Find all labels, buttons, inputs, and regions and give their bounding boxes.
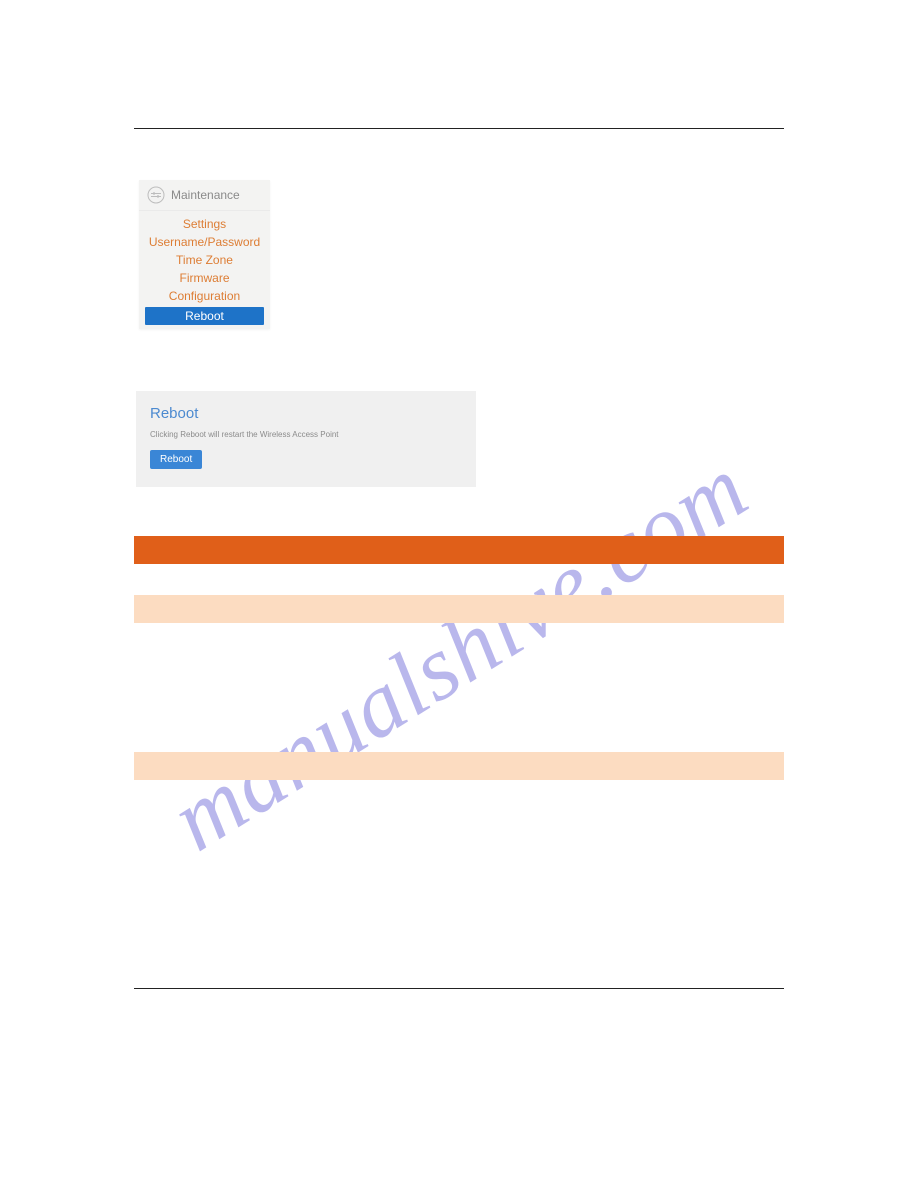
watermark-text: manualshive.com [153,435,766,873]
document-page: manualshive.com Maintenance Settings Use… [0,0,918,1188]
section-bar-dark [134,536,784,564]
sidebar-item-firmware[interactable]: Firmware [139,269,270,287]
sidebar-item-settings[interactable]: Settings [139,215,270,233]
reboot-panel-description: Clicking Reboot will restart the Wireles… [150,430,462,439]
maintenance-icon [147,186,165,204]
section-bar-light-2 [134,752,784,780]
reboot-button[interactable]: Reboot [150,450,202,469]
horizontal-rule-bottom [134,988,784,989]
maintenance-title: Maintenance [171,188,240,202]
section-bar-light-1 [134,595,784,623]
sidebar-item-username-password[interactable]: Username/Password [139,233,270,251]
maintenance-sidebar: Maintenance Settings Username/Password T… [139,180,270,329]
maintenance-header: Maintenance [139,180,270,211]
sidebar-item-time-zone[interactable]: Time Zone [139,251,270,269]
reboot-panel-title: Reboot [150,405,462,422]
horizontal-rule-top [134,128,784,129]
sidebar-item-configuration[interactable]: Configuration [139,287,270,305]
sidebar-item-reboot[interactable]: Reboot [145,307,264,325]
maintenance-menu: Settings Username/Password Time Zone Fir… [139,211,270,325]
reboot-panel: Reboot Clicking Reboot will restart the … [136,391,476,487]
